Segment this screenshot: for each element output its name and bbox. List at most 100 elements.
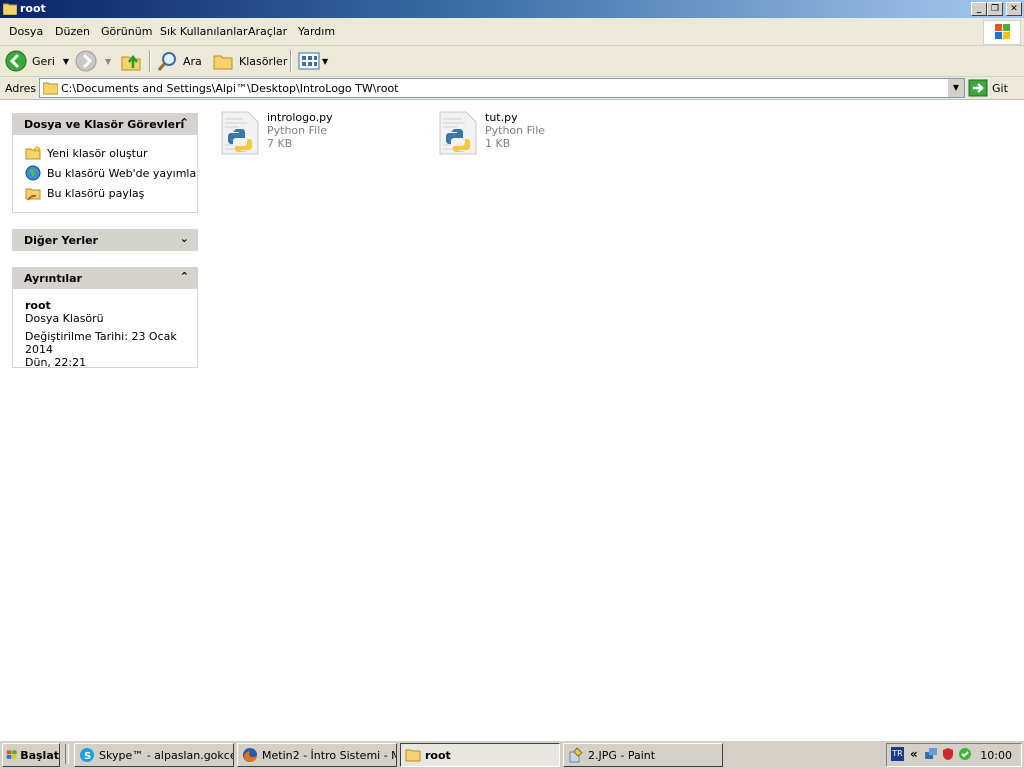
toolbar-separator — [149, 50, 151, 72]
taskbar-button-label: root — [425, 748, 451, 762]
expand-icon[interactable]: ⌄ — [180, 232, 189, 245]
taskbar-button-firefox[interactable]: Metin2 - İntro Sistemi - M... — [237, 743, 397, 767]
check-status-icon[interactable] — [958, 747, 972, 761]
file-item[interactable]: tut.py Python File 1 KB — [436, 111, 545, 158]
taskbar-button-skype[interactable]: S Skype™ - alpaslan.gokce... — [74, 743, 234, 767]
menu-yardim[interactable]: Yardım — [298, 25, 335, 38]
address-label: Adres — [5, 82, 37, 95]
menu-dosya[interactable]: Dosya — [9, 25, 43, 38]
details-header[interactable]: Ayrıntılar ⌃ — [12, 267, 198, 289]
file-type: Python File — [267, 124, 328, 137]
file-item[interactable]: intrologo.py Python File 7 KB — [218, 111, 333, 158]
back-dropdown-icon[interactable]: ▼ — [63, 57, 69, 66]
start-button[interactable]: Başlat — [2, 743, 60, 767]
go-label: Git — [992, 81, 1008, 95]
taskbar: Başlat S Skype™ - alpaslan.gokce... Meti… — [0, 740, 1024, 769]
firefox-icon — [243, 748, 257, 762]
task-share-folder[interactable]: Bu klasörü paylaş — [13, 183, 197, 203]
tasks-panel-title: Dosya ve Klasör Görevleri — [24, 118, 185, 131]
other-places-panel: Diğer Yerler ⌄ — [12, 229, 198, 251]
folder-icon — [405, 749, 421, 762]
start-label: Başlat — [20, 748, 59, 762]
windows-logo-icon — [983, 20, 1021, 45]
forward-dropdown-icon[interactable]: ▼ — [105, 57, 111, 66]
views-icon — [298, 52, 320, 70]
menu-araclar[interactable]: Araçlar — [248, 25, 287, 38]
toolbar-separator — [290, 50, 292, 72]
file-type: Python File — [485, 124, 546, 137]
task-label: Yeni klasör oluştur — [47, 146, 148, 160]
menu-sik-kullanilanlar[interactable]: Sık Kullanılanlar — [160, 25, 248, 38]
shared-folder-icon — [25, 188, 41, 201]
address-dropdown-button[interactable]: ▼ — [947, 79, 964, 97]
views-dropdown-icon: ▼ — [322, 56, 329, 66]
task-label: Bu klasörü paylaş — [47, 186, 145, 200]
toolbar: Geri ▼ ▼ Ara Klasörler ▼ — [0, 46, 1024, 77]
language-indicator[interactable]: TR — [891, 747, 904, 761]
restore-button[interactable]: ❐ — [987, 2, 1003, 16]
menu-bar: Dosya Düzen Görünüm Sık Kullanılanlar Ar… — [0, 18, 1024, 46]
folder-icon — [43, 82, 58, 95]
paint-icon — [569, 747, 583, 763]
search-button[interactable]: Ara — [156, 49, 202, 73]
close-button[interactable]: ✕ — [1006, 2, 1022, 16]
python-file-icon — [221, 111, 259, 155]
details-panel: Ayrıntılar ⌃ root Dosya Klasörü Değiştir… — [12, 267, 198, 369]
address-bar: Adres C:\Documents and Settings\Alpi™\De… — [0, 77, 1024, 100]
minimize-button[interactable]: _ — [971, 2, 987, 16]
taskbar-button-root[interactable]: root — [400, 743, 560, 767]
details-body: root Dosya Klasörü Değiştirilme Tarihi: … — [12, 289, 198, 369]
taskbar-button-label: 2.JPG - Paint — [588, 748, 656, 762]
file-size: 7 KB — [267, 137, 293, 150]
taskbar-separator — [65, 744, 69, 764]
collapse-icon[interactable]: ⌃ — [180, 116, 189, 129]
details-modified-time: Dün, 22:21 — [25, 356, 87, 369]
details-type: Dosya Klasörü — [25, 312, 104, 325]
folder-icon — [3, 3, 17, 15]
new-folder-icon — [25, 145, 41, 160]
svg-text:S: S — [84, 751, 91, 762]
tasks-panel-header[interactable]: Dosya ve Klasör Görevleri ⌃ — [12, 113, 198, 135]
network-icon[interactable] — [924, 747, 938, 761]
back-button[interactable]: Geri ▼ — [5, 49, 69, 73]
system-tray: TR « 10:00 — [886, 743, 1022, 767]
collapse-icon[interactable]: ⌃ — [180, 270, 189, 283]
other-places-header[interactable]: Diğer Yerler ⌄ — [12, 229, 198, 251]
back-label: Geri — [32, 54, 55, 68]
folders-icon — [213, 55, 233, 70]
file-size: 1 KB — [485, 137, 511, 150]
skype-icon: S — [80, 748, 94, 762]
search-icon — [157, 52, 176, 71]
file-name: intrologo.py — [267, 111, 333, 124]
globe-icon — [25, 165, 41, 181]
clock[interactable]: 10:00 — [980, 749, 1012, 762]
views-button[interactable]: ▼ — [298, 49, 328, 73]
taskbar-button-label: Skype™ - alpaslan.gokce... — [99, 748, 234, 762]
tasks-panel: Dosya ve Klasör Görevleri ⌃ Yeni klasör … — [12, 113, 198, 213]
folders-button[interactable]: Klasörler — [212, 49, 287, 73]
folders-label: Klasörler — [239, 54, 288, 68]
address-input[interactable]: C:\Documents and Settings\Alpi™\Desktop\… — [39, 78, 965, 98]
details-title: Ayrıntılar — [24, 272, 82, 285]
menu-duzen[interactable]: Düzen — [55, 25, 90, 38]
back-arrow-icon — [5, 50, 27, 72]
taskbar-button-label: Metin2 - İntro Sistemi - M... — [262, 748, 397, 762]
show-hidden-icons-icon[interactable]: « — [910, 747, 918, 761]
menu-gorunum[interactable]: Görünüm — [101, 25, 152, 38]
python-file-icon — [439, 111, 477, 155]
address-path: C:\Documents and Settings\Alpi™\Desktop\… — [61, 82, 399, 95]
task-publish-web[interactable]: Bu klasörü Web'de yayımla — [13, 163, 197, 183]
window-title: root — [20, 2, 46, 15]
other-places-title: Diğer Yerler — [24, 234, 98, 247]
file-name: tut.py — [485, 111, 518, 124]
task-new-folder[interactable]: Yeni klasör oluştur — [13, 143, 197, 163]
tasks-panel-body: Yeni klasör oluştur Bu klasörü Web'de ya… — [12, 135, 198, 213]
up-folder-icon — [121, 54, 141, 71]
forward-button[interactable]: ▼ — [75, 49, 111, 73]
taskbar-button-paint[interactable]: 2.JPG - Paint — [563, 743, 723, 767]
details-modified: Değiştirilme Tarihi: 23 Ocak 2014 — [25, 330, 177, 356]
go-button[interactable]: Git — [968, 79, 1008, 97]
up-folder-button[interactable] — [120, 49, 142, 73]
security-shield-icon[interactable] — [941, 747, 955, 761]
title-bar: root _ ❐ ✕ — [0, 0, 1024, 18]
